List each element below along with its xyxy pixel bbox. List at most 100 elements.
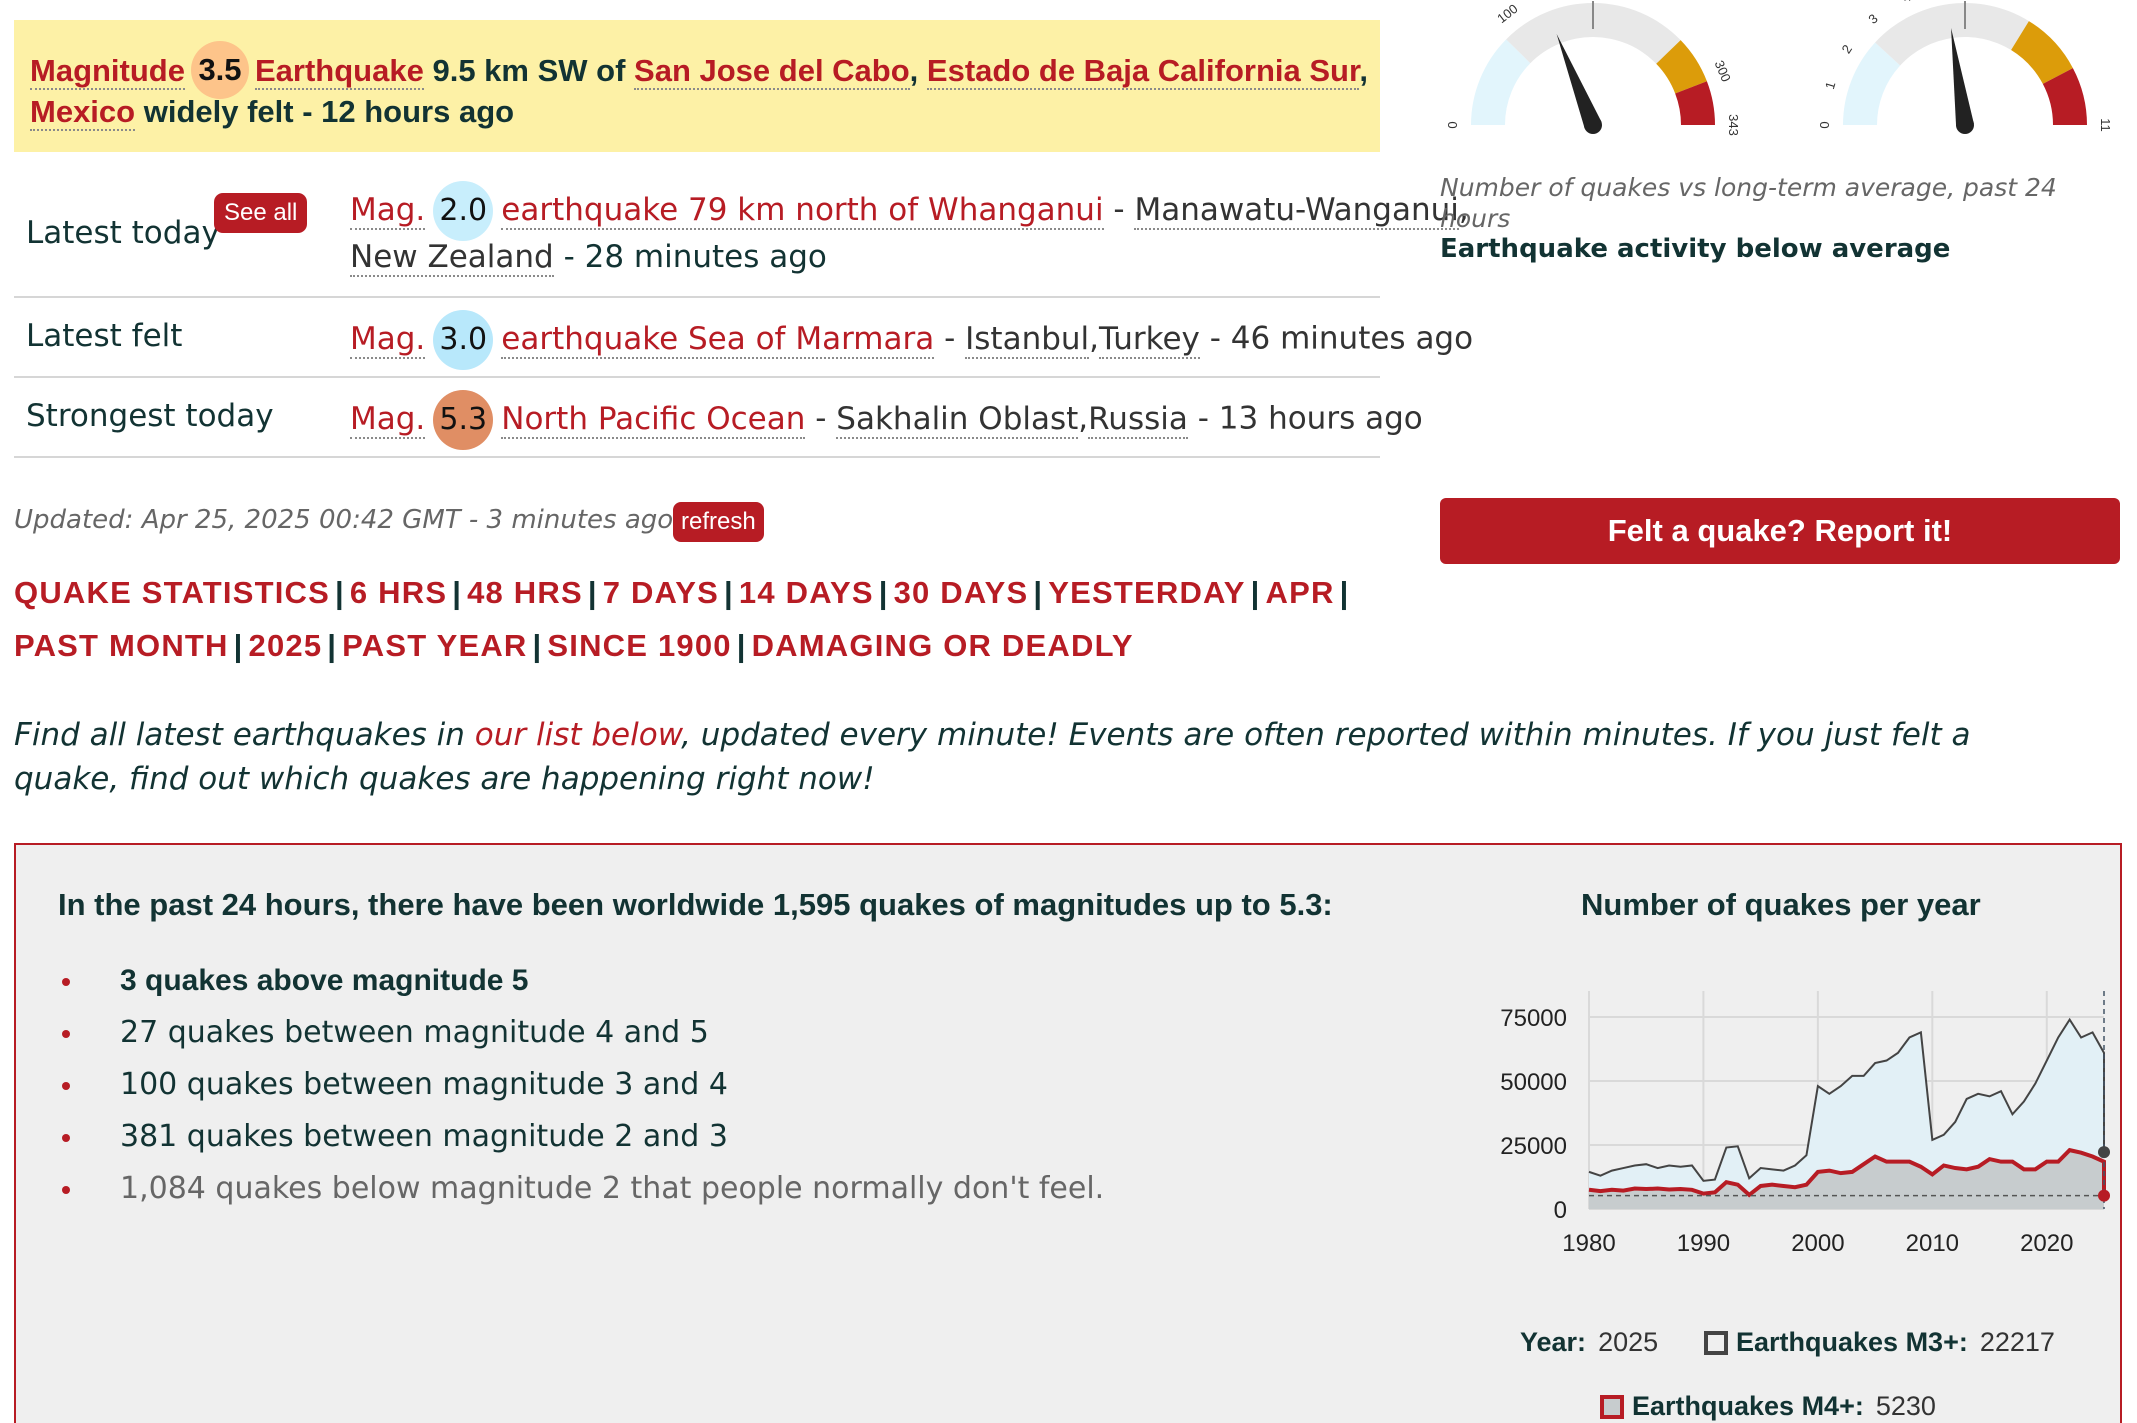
latest-today-row: Latest today See all Mag. 2.0 earthquake 7…	[14, 175, 1469, 298]
updated-timestamp: Updated: Apr 25, 2025 00:42 GMT - 3 minu…	[14, 505, 674, 535]
featured-earthquake-link[interactable]: Earthquake	[255, 53, 424, 91]
latest-today-line-2: New Zealand - 28 minutes ago	[350, 231, 827, 283]
latest-felt-line: Mag. 3.0 earthquake Sea of Marmara - Istan…	[350, 310, 1473, 370]
gauge-verdict: Earthquake activity below average	[1440, 234, 1951, 264]
quake-energy-gauge-tick-label: 4	[1900, 0, 1913, 6]
stats-item-4-to-5: 27 quakes between magnitude 4 and 5	[62, 1007, 1104, 1059]
intro-before: Find all latest earthquakes in	[14, 717, 475, 753]
stat-link-separator: |	[532, 628, 543, 663]
quake-energy-gauge-needle	[1951, 27, 1974, 127]
latest-today-time: - 28 minutes ago	[563, 239, 827, 275]
stats-box: In the past 24 hours, there have been wo…	[14, 843, 2122, 1423]
intro-list-link[interactable]: our list below	[475, 717, 681, 753]
quake-energy-gauge-tick-label: 1	[1822, 80, 1838, 91]
latest-today-sep: -	[1103, 191, 1135, 228]
latest-felt-label: Latest felt	[26, 318, 183, 354]
chart-y-tick-label: 0	[1554, 1197, 1567, 1224]
chart-x-tick-label: 1990	[1677, 1230, 1730, 1257]
legend-m3-checkbox[interactable]	[1704, 1331, 1728, 1355]
legend-m3[interactable]: Earthquakes M3+: 22217	[1704, 1327, 2055, 1358]
legend-year-value: 2025	[1598, 1327, 1659, 1357]
strongest-today-comma: ,	[1078, 400, 1089, 437]
latest-felt-mag-link[interactable]: Mag.	[350, 320, 426, 359]
quake-count-gauge-tick-label: 100	[1494, 1, 1520, 26]
stat-link-14-days[interactable]: 14 DAYS	[739, 575, 874, 610]
strongest-today-magnitude-badge: 5.3	[433, 390, 494, 450]
latest-today-label: Latest today	[26, 215, 220, 251]
gauge-caption: Number of quakes vs long-term average, p…	[1440, 173, 2057, 233]
stat-link-past-month[interactable]: PAST MONTH	[14, 628, 229, 663]
stat-link-separator: |	[1033, 575, 1044, 610]
stat-link-separator: |	[1339, 575, 1350, 610]
chart-x-tick-label: 2000	[1791, 1230, 1844, 1257]
stat-link-7-days[interactable]: 7 DAYS	[603, 575, 719, 610]
stat-link-48-hrs[interactable]: 48 HRS	[467, 575, 583, 610]
stat-link-separator: |	[452, 575, 463, 610]
quake-count-gauge: 0100200300343	[1445, 1, 1741, 136]
strongest-today-row: Strongest today Mag. 5.3 North Pacific Oce…	[14, 378, 1423, 458]
latest-felt-row: Latest felt Mag. 3.0 earthquake Sea of Mar…	[14, 298, 1473, 378]
intro-text: Find all latest earthquakes in our list …	[14, 713, 2064, 801]
latest-today-country-link[interactable]: New Zealand	[350, 239, 554, 277]
featured-region-link[interactable]: Estado de Baja California Sur	[926, 53, 1360, 91]
strongest-today-region-link[interactable]: Sakhalin Oblast	[836, 400, 1079, 439]
stat-link-past-year[interactable]: PAST YEAR	[342, 628, 527, 663]
report-quake-button[interactable]: Felt a quake? Report it!	[1440, 498, 2120, 564]
latest-felt-time: - 46 minutes ago	[1199, 320, 1474, 357]
quake-energy-gauge: 01234511	[1817, 0, 2113, 134]
quake-count-gauge-tick-label: 0	[1445, 121, 1460, 128]
stats-heading: In the past 24 hours, there have been wo…	[58, 887, 1333, 922]
see-all-button[interactable]: See all	[214, 193, 308, 233]
latest-felt-title-link[interactable]: earthquake Sea of Marmara	[501, 320, 935, 359]
chart-y-tick-label: 50000	[1500, 1069, 1567, 1096]
latest-felt-country-link[interactable]: Turkey	[1099, 320, 1200, 359]
stat-link-quake-statistics[interactable]: QUAKE STATISTICS	[14, 575, 330, 610]
stat-link-separator: |	[724, 575, 734, 610]
stats-item-below-2: 1,084 quakes below magnitude 2 that peop…	[62, 1163, 1104, 1215]
stat-link-separator: |	[736, 628, 747, 663]
refresh-button[interactable]: refresh	[673, 502, 764, 542]
featured-suffix: widely felt - 12 hours ago	[143, 94, 515, 129]
featured-quake-banner: Magnitude 3.5 Earthquake 9.5 km SW of San …	[14, 20, 1380, 152]
legend-m4[interactable]: Earthquakes M4+: 5230	[1600, 1391, 1936, 1422]
latest-felt-comma: ,	[1089, 320, 1100, 357]
quakes-per-year-chart[interactable]: 0 25000 50000 75000 1980 1990 2000 2010 2020	[1456, 975, 2116, 1275]
quake-energy-gauge-tick-label: 0	[1817, 121, 1832, 128]
legend-m4-checkbox[interactable]	[1600, 1395, 1624, 1419]
featured-country-link[interactable]: Mexico	[30, 94, 136, 131]
stat-link-separator: |	[233, 628, 244, 663]
stat-link-2025[interactable]: 2025	[249, 628, 323, 663]
stat-link-separator: |	[587, 575, 598, 610]
latest-today-mag-link[interactable]: Mag.	[350, 191, 426, 230]
chart-y-tick-label: 25000	[1500, 1133, 1567, 1160]
stat-link-damaging-or-deadly[interactable]: DAMAGING OR DEADLY	[752, 628, 1134, 663]
latest-today-region-link[interactable]: Manawatu-Wanganui	[1134, 191, 1459, 230]
chart-x-tick-label: 2010	[1906, 1230, 1959, 1257]
strongest-today-title-link[interactable]: North Pacific Ocean	[501, 400, 806, 439]
quake-count-gauge-needle	[1556, 33, 1602, 129]
quake-count-gauge-tick-label: 343	[1726, 114, 1741, 136]
stat-link-6-hrs[interactable]: 6 HRS	[350, 575, 447, 610]
strongest-today-line: Mag. 5.3 North Pacific Ocean - Sakhalin Ob…	[350, 390, 1423, 450]
featured-comma: ,	[909, 53, 919, 89]
stat-link-apr[interactable]: APR	[1266, 575, 1335, 610]
featured-place-link[interactable]: San Jose del Cabo	[634, 53, 910, 91]
stats-item-2-to-3: 381 quakes between magnitude 2 and 3	[62, 1111, 1104, 1163]
stat-link-30-days[interactable]: 30 DAYS	[894, 575, 1029, 610]
chart-y-tick-label: 75000	[1500, 1005, 1567, 1032]
stat-link-separator: |	[327, 628, 338, 663]
legend-year: Year: 2025	[1520, 1327, 1658, 1358]
legend-year-label: Year:	[1520, 1327, 1587, 1357]
featured-magnitude-link[interactable]: Magnitude	[30, 53, 185, 91]
strongest-today-country-link[interactable]: Russia	[1088, 400, 1188, 439]
latest-felt-magnitude-badge: 3.0	[433, 310, 494, 370]
stat-link-since-1900[interactable]: SINCE 1900	[547, 628, 731, 663]
quake-energy-gauge-needle-hub	[1956, 116, 1974, 134]
strongest-today-mag-link[interactable]: Mag.	[350, 400, 426, 439]
quake-count-gauge-needle-hub	[1584, 116, 1602, 134]
stat-links-row-2: PAST MONTH | 2025 | PAST YEAR | SINCE 1900 | DAM…	[14, 628, 1134, 664]
featured-distance: 9.5 km SW of	[432, 53, 626, 89]
stat-link-yesterday[interactable]: YESTERDAY	[1048, 575, 1245, 610]
latest-felt-region-link[interactable]: Istanbul	[965, 320, 1090, 359]
latest-today-title-link[interactable]: earthquake 79 km north of Whanganui	[501, 191, 1104, 230]
